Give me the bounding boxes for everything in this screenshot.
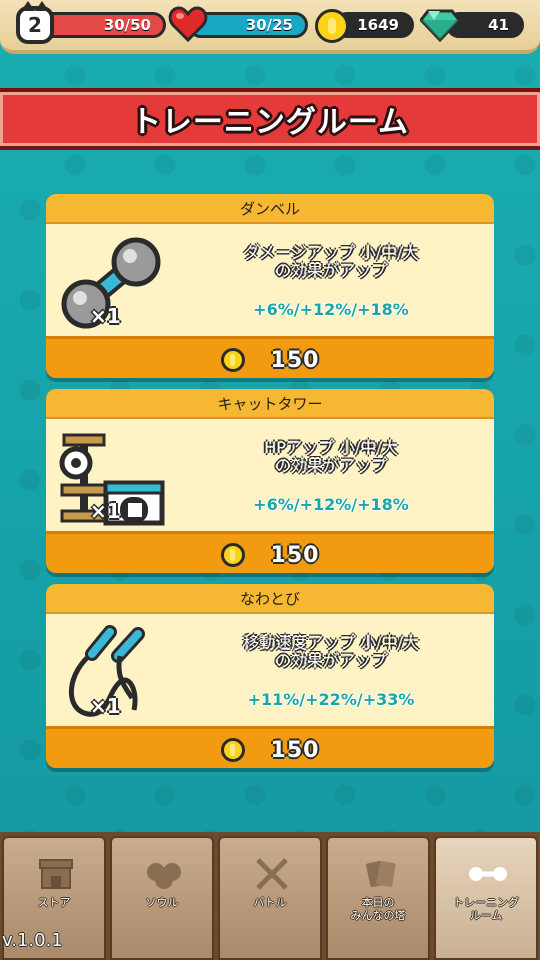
cat-level-icon: 2 (16, 1, 54, 44)
level-value: 2 (28, 13, 42, 37)
desc-line: ダメージアップ 小/中/大 (243, 243, 419, 262)
item-quantity: ×1 (90, 499, 121, 523)
card-header: なわとび (46, 584, 494, 614)
card-header: キャットタワー (46, 389, 494, 419)
buy-button[interactable]: 150 (46, 726, 494, 768)
soul-icon (147, 863, 181, 889)
status-bar: 30/50 2 30/25 1649 41 (0, 0, 540, 54)
item-quantity: ×1 (90, 304, 121, 328)
buy-button[interactable]: 150 (46, 336, 494, 378)
version-label: v.1.0.1 (2, 930, 63, 951)
cards-icon (366, 860, 396, 888)
nav-label-line: 本日の (361, 896, 395, 909)
desc-line: HPアップ 小/中/大 (264, 438, 398, 457)
card-title: なわとび (239, 589, 300, 608)
item-description: ダメージアップ 小/中/大 の効果がアップ (196, 244, 466, 280)
nav-tab-training-room[interactable]: トレーニング ルーム (434, 836, 538, 960)
stamina-value: 30/25 (245, 16, 293, 34)
desc-line: の効果がアップ (274, 261, 387, 280)
item-description: HPアップ 小/中/大 の効果がアップ (196, 439, 466, 475)
price: 150 (270, 542, 320, 568)
bottom-nav: ストア ソウル バトル 本日の みんなの塔 トレーニング ルーム (0, 832, 540, 960)
nav-label: ソウル (145, 896, 179, 909)
item-description: 移動速度アップ 小/中/大 の効果がアップ (196, 634, 466, 670)
training-card-jump-rope[interactable]: なわとび ×1 移動速度アップ 小/中/大 の効果がアップ +11%/+22%/… (46, 584, 494, 768)
coin-icon (220, 738, 245, 762)
card-title: ダンベル (239, 199, 300, 218)
item-effect: +11%/+22%/+33% (247, 690, 415, 709)
nav-label-line: みんなの塔 (350, 909, 406, 922)
nav-label: トレーニング ルーム (436, 896, 536, 922)
nav-tab-soul[interactable]: ソウル (110, 836, 214, 960)
coin-value: 1649 (357, 16, 399, 34)
buy-button[interactable]: 150 (46, 531, 494, 573)
coin-icon (220, 348, 245, 372)
card-body: ×1 ダメージアップ 小/中/大 の効果がアップ +6%/+12%/+18% (46, 224, 494, 336)
heart-icon (168, 6, 208, 43)
desc-line: 移動速度アップ 小/中/大 (243, 633, 419, 652)
price: 150 (270, 737, 320, 763)
dumbbell-icon (469, 867, 507, 881)
hp-value: 30/50 (103, 16, 151, 34)
card-body: ×1 HPアップ 小/中/大 の効果がアップ +6%/+12%/+18% (46, 419, 494, 531)
nav-label-line: トレーニング (453, 896, 519, 909)
desc-line: の効果がアップ (274, 651, 387, 670)
nav-tab-tower[interactable]: 本日の みんなの塔 (326, 836, 430, 960)
nav-label: 本日の みんなの塔 (328, 896, 428, 922)
coin-icon (315, 9, 349, 43)
hp-bar: 30/50 (38, 12, 166, 38)
swords-icon (256, 858, 288, 890)
item-quantity: ×1 (90, 694, 121, 718)
nav-tab-battle[interactable]: バトル (218, 836, 322, 960)
price: 150 (270, 347, 320, 373)
nav-label: ストア (37, 896, 71, 909)
title-banner: トレーニングルーム (0, 88, 540, 150)
store-icon (39, 859, 73, 889)
training-card-cat-tower[interactable]: キャットタワー ×1 HPアップ 小/中/大 の効果がアップ +6%/+12%/… (46, 389, 494, 573)
item-effect: +6%/+12%/+18% (253, 300, 409, 319)
training-card-dumbbell[interactable]: ダンベル ×1 ダメージアップ 小/中/大 の効果がアップ +6%/+12%/+… (46, 194, 494, 378)
desc-line: の効果がアップ (274, 456, 387, 475)
coin-icon (220, 543, 245, 567)
item-effect: +6%/+12%/+18% (253, 495, 409, 514)
card-header: ダンベル (46, 194, 494, 224)
nav-label: バトル (253, 896, 287, 909)
gem-value: 41 (488, 16, 509, 34)
card-body: ×1 移動速度アップ 小/中/大 の効果がアップ +11%/+22%/+33% (46, 614, 494, 726)
nav-label-line: ルーム (469, 909, 503, 922)
gem-icon (420, 9, 460, 42)
card-title: キャットタワー (217, 394, 323, 413)
page-title: トレーニングルーム (130, 105, 410, 140)
